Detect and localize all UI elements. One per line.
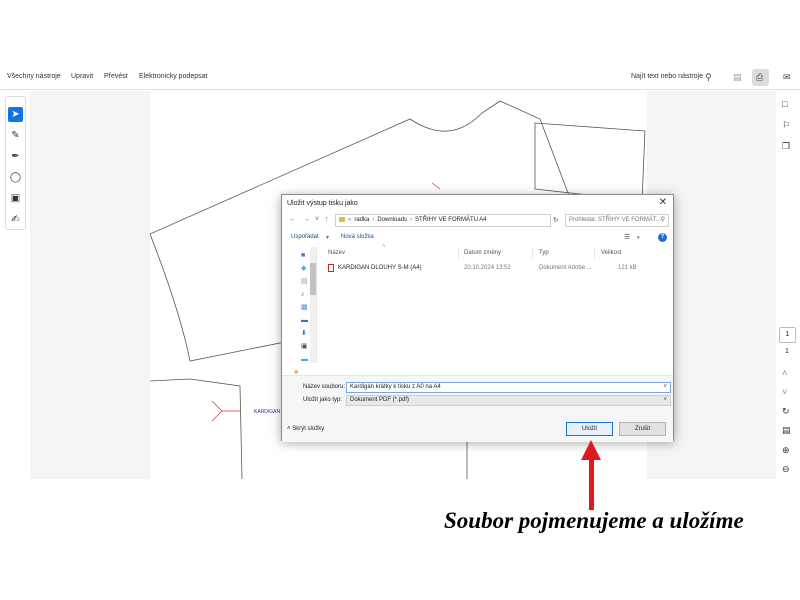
chevron-up-icon: ˄	[287, 426, 291, 432]
lasso-tool-icon[interactable]: ◯	[8, 170, 23, 185]
filename-input[interactable]: Kardigán krátky k tisku z A0 na A4 ˅	[346, 382, 671, 393]
drive-icon[interactable]: ▬	[301, 356, 308, 364]
save-as-dialog: Uložit výstup tisku jako ✕ ← → ˅ ↑ «radk…	[281, 194, 674, 442]
annotation-arrow-shaft	[589, 452, 594, 510]
save-button[interactable]: Uložit	[566, 422, 613, 436]
folder-search-input[interactable]: Prohledat: STŘIHY VE FORMÁT... ⚲	[565, 214, 669, 227]
music-icon[interactable]: ♪	[301, 291, 305, 299]
comment-panel-icon[interactable]: □	[782, 99, 787, 109]
zoom-in-icon[interactable]: ⊕	[782, 445, 790, 456]
file-date: 20.10.2024 13:52	[464, 265, 511, 271]
filename-value: Kardigán krátky k tisku z A0 na A4	[350, 384, 441, 390]
desktop-icon[interactable]: ▬	[301, 317, 308, 325]
organize-button[interactable]: Uspořádat	[291, 234, 319, 240]
filename-dropdown-icon[interactable]: ˅	[663, 383, 667, 392]
breadcrumb-item[interactable]: STŘIHY VE FORMÁTU A4	[415, 217, 487, 223]
savetype-label: Uložit jako typ:	[303, 397, 343, 403]
column-divider	[532, 249, 533, 258]
close-icon[interactable]: ✕	[659, 197, 667, 208]
organize-dropdown-icon[interactable]: ▾	[326, 234, 329, 241]
zoom-out-icon[interactable]: ⊖	[782, 464, 790, 475]
save-form: Název souboru: Kardigán krátky k tisku z…	[282, 375, 673, 442]
file-name: KARDIGAN DLOUHY S-M (A4)	[338, 265, 422, 271]
menu-all-tools[interactable]: Všechny nástroje	[7, 73, 61, 80]
filename-label: Název souboru:	[303, 384, 346, 390]
stamp-tool-icon[interactable]: ✍	[8, 212, 23, 227]
search-icon[interactable]: ⚲	[705, 73, 712, 82]
navigation-row: ← → ˅ ↑ «radka › Downloads › STŘIHY VE FORMÁ…	[282, 213, 673, 229]
videos-icon[interactable]: ▣	[301, 343, 308, 351]
find-tools-button[interactable]: Najít text nebo nástroje	[631, 73, 703, 80]
nav-pane-scroll-thumb[interactable]	[310, 263, 316, 295]
bookmark-icon[interactable]: ⚐	[782, 120, 790, 131]
pdf-file-icon	[328, 264, 334, 272]
pen-tool-icon[interactable]: ✒	[8, 149, 23, 164]
current-page-input[interactable]: 1	[779, 327, 796, 343]
savetype-value: Dokument PDF (*.pdf)	[350, 397, 410, 403]
column-date[interactable]: Datum změny	[464, 250, 501, 256]
file-row[interactable]: KARDIGAN DLOUHY S-M (A4) 20.10.2024 13:5…	[322, 264, 672, 274]
quick-access-icon[interactable]: ■	[301, 252, 305, 260]
3d-objects-icon[interactable]: ◆	[301, 265, 306, 273]
menu-edit[interactable]: Upravit	[71, 73, 93, 80]
menu-convert[interactable]: Převést	[104, 73, 128, 80]
folder-icon	[339, 217, 345, 222]
view-options-icon[interactable]: ☰	[624, 233, 630, 241]
savetype-select[interactable]: Dokument PDF (*.pdf) ˅	[346, 395, 671, 406]
pictures-icon[interactable]: ▩	[301, 304, 308, 312]
column-name[interactable]: Název	[328, 250, 345, 256]
forward-arrow-icon[interactable]: →	[303, 216, 310, 223]
hide-folders-label: Skrýt složky	[292, 426, 325, 432]
chevron-down-icon: ˅	[663, 397, 667, 403]
file-size: 121 kB	[618, 265, 637, 271]
cancel-button[interactable]: Zrušit	[619, 422, 666, 436]
hide-folders-button[interactable]: ˄ Skrýt složky	[287, 426, 324, 432]
column-size[interactable]: Velikost	[601, 250, 622, 256]
command-bar: Uspořádat ▾ Nová složka ☰ ▾ ?	[282, 231, 673, 245]
dialog-title: Uložit výstup tisku jako	[287, 200, 358, 207]
page-up-icon[interactable]: ˄	[782, 368, 787, 378]
rotate-icon[interactable]: ↻	[782, 406, 790, 417]
comment-tool-icon[interactable]: ✎	[8, 128, 23, 143]
total-pages: 1	[785, 348, 789, 355]
address-bar[interactable]: «radka › Downloads › STŘIHY VE FORMÁTU A4	[335, 214, 551, 227]
recent-dropdown-icon[interactable]: ˅	[315, 216, 319, 223]
annotation-caption: Soubor pojmenujeme a uložíme	[444, 508, 744, 533]
left-tool-panel: ➤ ✎ ✒ ◯ ▣ ✍	[5, 96, 26, 230]
text-box-tool-icon[interactable]: ▣	[8, 191, 23, 206]
search-icon: ⚲	[660, 217, 665, 223]
help-icon[interactable]: ?	[658, 233, 667, 242]
downloads-icon[interactable]: ⬇	[301, 330, 307, 338]
documents-icon[interactable]: ▤	[301, 278, 308, 286]
new-folder-button[interactable]: Nová složka	[341, 234, 374, 240]
select-tool-icon[interactable]: ➤	[8, 107, 23, 122]
back-arrow-icon[interactable]: ←	[289, 216, 296, 223]
column-type[interactable]: Typ	[539, 250, 549, 256]
mail-icon[interactable]: ✉	[783, 73, 791, 82]
refresh-icon[interactable]: ↻	[553, 216, 559, 224]
document-icon[interactable]: ▤	[782, 425, 791, 436]
breadcrumb-item[interactable]: radka	[354, 217, 369, 223]
sort-indicator-icon: ˄	[382, 244, 386, 250]
file-type: Dokument Adobe ...	[539, 265, 592, 271]
up-arrow-icon[interactable]: ↑	[325, 216, 329, 223]
column-divider	[594, 249, 595, 258]
column-divider	[458, 249, 459, 258]
menu-e-sign[interactable]: Elektronicky podepsat	[139, 73, 207, 80]
pages-icon[interactable]: ❐	[782, 141, 790, 152]
search-placeholder: Prohledat: STŘIHY VE FORMÁT...	[569, 217, 661, 223]
file-list-header: Název ˄ Datum změny Typ Velikost	[322, 244, 672, 259]
page-down-icon[interactable]: ˅	[782, 387, 787, 397]
view-dropdown-icon[interactable]: ▾	[637, 235, 640, 241]
save-icon[interactable]: ▤	[733, 73, 742, 82]
top-toolbar: Všechny nástroje Upravit Převést Elektro…	[0, 66, 800, 90]
print-icon[interactable]: ⎙	[756, 73, 763, 82]
breadcrumb-item[interactable]: Downloads	[377, 217, 407, 223]
